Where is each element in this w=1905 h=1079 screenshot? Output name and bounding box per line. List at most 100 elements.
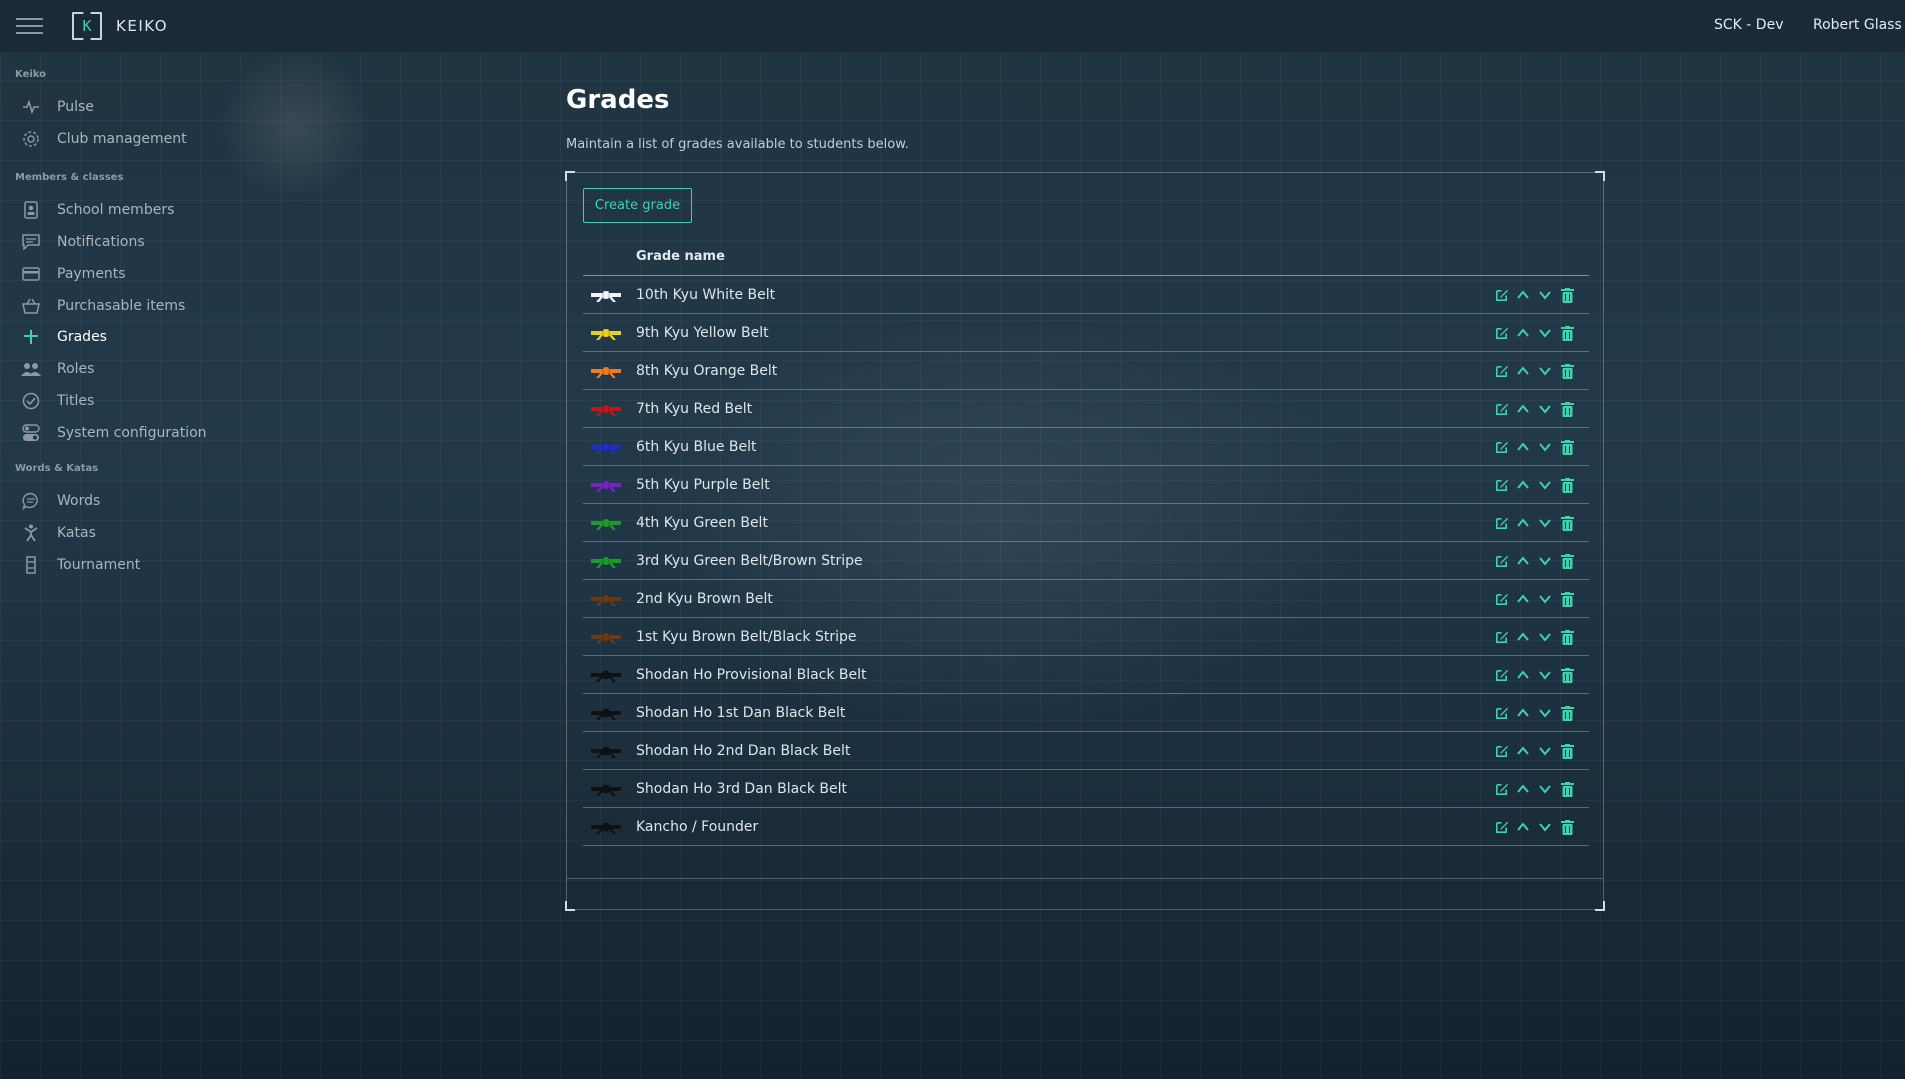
edit-icon[interactable]: [1493, 591, 1509, 607]
sidebar-item-titles[interactable]: Titles: [20, 389, 94, 413]
belt-icon: [591, 668, 621, 682]
sidebar-item-label: Grades: [57, 329, 107, 345]
move-up-icon[interactable]: [1515, 363, 1531, 379]
move-up-icon[interactable]: [1515, 781, 1531, 797]
move-up-icon[interactable]: [1515, 819, 1531, 835]
belt-icon: [591, 326, 621, 340]
move-down-icon[interactable]: [1537, 705, 1553, 721]
edit-icon[interactable]: [1493, 287, 1509, 303]
edit-icon[interactable]: [1493, 629, 1509, 645]
move-up-icon[interactable]: [1515, 629, 1531, 645]
table-row: 6th Kyu Blue Belt: [583, 428, 1589, 466]
sidebar-item-club-management[interactable]: Club management: [20, 127, 187, 151]
move-up-icon[interactable]: [1515, 743, 1531, 759]
delete-icon[interactable]: [1559, 553, 1575, 569]
delete-icon[interactable]: [1559, 629, 1575, 645]
move-down-icon[interactable]: [1537, 325, 1553, 341]
sidebar-item-notifications[interactable]: Notifications: [20, 230, 145, 254]
edit-icon[interactable]: [1493, 781, 1509, 797]
move-up-icon[interactable]: [1515, 439, 1531, 455]
edit-icon[interactable]: [1493, 401, 1509, 417]
move-down-icon[interactable]: [1537, 629, 1553, 645]
delete-icon[interactable]: [1559, 363, 1575, 379]
sidebar-section-title: Words & Katas: [15, 463, 99, 474]
sidebar-item-label: Club management: [57, 131, 187, 147]
sidebar-item-tournament[interactable]: Tournament: [20, 553, 140, 577]
move-up-icon[interactable]: [1515, 477, 1531, 493]
sidebar-item-system-configuration[interactable]: System configuration: [20, 421, 207, 445]
move-up-icon[interactable]: [1515, 705, 1531, 721]
edit-icon[interactable]: [1493, 439, 1509, 455]
move-down-icon[interactable]: [1537, 667, 1553, 683]
move-up-icon[interactable]: [1515, 325, 1531, 341]
sidebar-item-label: Pulse: [57, 99, 94, 115]
move-up-icon[interactable]: [1515, 591, 1531, 607]
sidebar-item-roles[interactable]: Roles: [20, 357, 94, 381]
move-down-icon[interactable]: [1537, 591, 1553, 607]
move-down-icon[interactable]: [1537, 401, 1553, 417]
edit-icon[interactable]: [1493, 667, 1509, 683]
sidebar-item-payments[interactable]: Payments: [20, 262, 126, 286]
move-down-icon[interactable]: [1537, 477, 1553, 493]
belt-icon: [591, 516, 621, 530]
keiko-logo: K: [72, 12, 102, 40]
move-down-icon[interactable]: [1537, 515, 1553, 531]
belt-icon: [591, 288, 621, 302]
move-down-icon[interactable]: [1537, 819, 1553, 835]
edit-icon[interactable]: [1493, 363, 1509, 379]
sidebar-item-pulse[interactable]: Pulse: [20, 95, 94, 119]
move-up-icon[interactable]: [1515, 287, 1531, 303]
delete-icon[interactable]: [1559, 819, 1575, 835]
table-row: 7th Kyu Red Belt: [583, 390, 1589, 428]
move-up-icon[interactable]: [1515, 667, 1531, 683]
grade-name: Shodan Ho 3rd Dan Black Belt: [636, 780, 848, 797]
edit-icon[interactable]: [1493, 515, 1509, 531]
delete-icon[interactable]: [1559, 591, 1575, 607]
move-down-icon[interactable]: [1537, 363, 1553, 379]
delete-icon[interactable]: [1559, 781, 1575, 797]
badge-icon: [20, 200, 42, 220]
move-up-icon[interactable]: [1515, 401, 1531, 417]
delete-icon[interactable]: [1559, 477, 1575, 493]
belt-icon: [591, 744, 621, 758]
row-actions: [1493, 743, 1575, 759]
move-down-icon[interactable]: [1537, 439, 1553, 455]
delete-icon[interactable]: [1559, 667, 1575, 683]
delete-icon[interactable]: [1559, 515, 1575, 531]
sidebar-item-purchasable-items[interactable]: Purchasable items: [20, 294, 185, 318]
table-row: 3rd Kyu Green Belt/Brown Stripe: [583, 542, 1589, 580]
sidebar-item-grades[interactable]: Grades: [20, 325, 107, 349]
grade-name: 2nd Kyu Brown Belt: [636, 590, 773, 607]
edit-icon[interactable]: [1493, 705, 1509, 721]
edit-icon[interactable]: [1493, 325, 1509, 341]
sidebar-item-words[interactable]: Words: [20, 489, 100, 513]
figure-icon: [20, 523, 42, 543]
move-down-icon[interactable]: [1537, 553, 1553, 569]
delete-icon[interactable]: [1559, 287, 1575, 303]
sidebar-item-label: Notifications: [57, 234, 145, 250]
edit-icon[interactable]: [1493, 553, 1509, 569]
edit-icon[interactable]: [1493, 743, 1509, 759]
delete-icon[interactable]: [1559, 743, 1575, 759]
delete-icon[interactable]: [1559, 439, 1575, 455]
sidebar-item-katas[interactable]: Katas: [20, 521, 96, 545]
menu-icon[interactable]: [16, 18, 43, 34]
edit-icon[interactable]: [1493, 477, 1509, 493]
grade-name: 1st Kyu Brown Belt/Black Stripe: [636, 628, 857, 645]
move-down-icon[interactable]: [1537, 743, 1553, 759]
edit-icon[interactable]: [1493, 819, 1509, 835]
move-up-icon[interactable]: [1515, 515, 1531, 531]
delete-icon[interactable]: [1559, 325, 1575, 341]
move-down-icon[interactable]: [1537, 781, 1553, 797]
delete-icon[interactable]: [1559, 401, 1575, 417]
belt-icon: [591, 554, 621, 568]
environment-selector[interactable]: SCK - Dev: [1714, 17, 1783, 33]
belt-icon: [591, 592, 621, 606]
delete-icon[interactable]: [1559, 705, 1575, 721]
sidebar-item-school-members[interactable]: School members: [20, 198, 174, 222]
row-actions: [1493, 781, 1575, 797]
move-up-icon[interactable]: [1515, 553, 1531, 569]
create-grade-button[interactable]: Create grade: [583, 188, 692, 223]
user-menu[interactable]: Robert Glass: [1813, 17, 1902, 33]
move-down-icon[interactable]: [1537, 287, 1553, 303]
